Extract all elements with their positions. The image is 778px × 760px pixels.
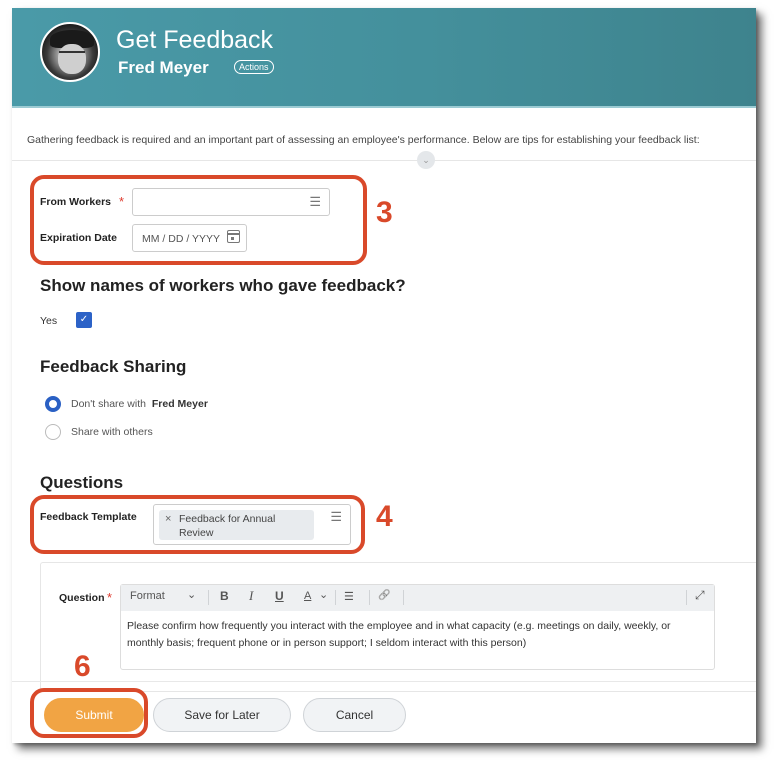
required-indicator: * [107,590,113,605]
radio-dont-share[interactable] [45,396,61,412]
dont-share-label: Don't share with Fred Meyer [71,398,208,410]
questions-heading: Questions [40,473,124,492]
toolbar-divider [403,590,404,605]
save-for-later-button[interactable]: Save for Later [153,698,291,732]
annotation-step-6: 6 [74,650,91,683]
section-divider [12,160,756,161]
avatar[interactable] [40,22,100,82]
cancel-button[interactable]: Cancel [303,698,406,732]
annotation-box-step-6 [30,688,148,738]
dont-share-person: Fred Meyer [151,398,208,410]
avatar-face [58,44,86,74]
show-names-checkbox[interactable]: ✓ [76,312,92,328]
editor-toolbar: Format ⌄ B I U A ⌄ ☰ 🔗 ⤢ [121,585,714,611]
question-text[interactable]: Please confirm how frequently you intera… [127,618,697,652]
intro-text: Gathering feedback is required and an im… [27,134,700,146]
share-with-others-label: Share with others [71,426,153,438]
link-icon[interactable]: 🔗 [378,590,390,601]
annotation-step-4: 4 [376,500,393,533]
annotation-step-3: 3 [376,196,393,229]
italic-button[interactable]: I [249,588,253,604]
page-header: Get Feedback Fred Meyer Actions [12,8,756,108]
yes-label: Yes [40,315,58,327]
question-rich-text-editor[interactable]: Format ⌄ B I U A ⌄ ☰ 🔗 ⤢ Please confirm … [120,584,715,670]
radio-share-with-others[interactable] [45,424,61,440]
underline-button[interactable]: U [275,589,284,603]
page-title: Get Feedback [116,26,274,54]
expand-icon[interactable]: ⤢ [695,588,705,603]
toolbar-divider [369,590,370,605]
toolbar-divider [686,590,687,605]
question-label: Question [59,592,105,604]
feedback-sharing-heading: Feedback Sharing [40,357,187,376]
chevron-down-icon[interactable]: ⌄ [319,588,328,601]
get-feedback-panel: Get Feedback Fred Meyer Actions Gatherin… [12,8,756,743]
actions-button[interactable]: Actions [234,60,274,74]
chevron-down-icon[interactable]: ⌄ [187,588,196,601]
chevron-down-icon[interactable]: ⌄ [417,151,435,169]
annotation-box-step-3 [30,175,367,265]
font-color-button[interactable]: A [304,590,311,602]
show-names-heading: Show names of workers who gave feedback? [40,276,406,295]
footer-divider [12,681,756,682]
annotation-box-step-4 [30,495,365,554]
bold-button[interactable]: B [220,589,229,603]
format-dropdown[interactable]: Format [130,590,165,602]
list-icon[interactable]: ☰ [344,590,354,603]
toolbar-divider [208,590,209,605]
avatar-glasses [59,51,85,57]
subject-name[interactable]: Fred Meyer [118,58,209,78]
toolbar-divider [335,590,336,605]
dont-share-text: Don't share with [71,398,146,410]
